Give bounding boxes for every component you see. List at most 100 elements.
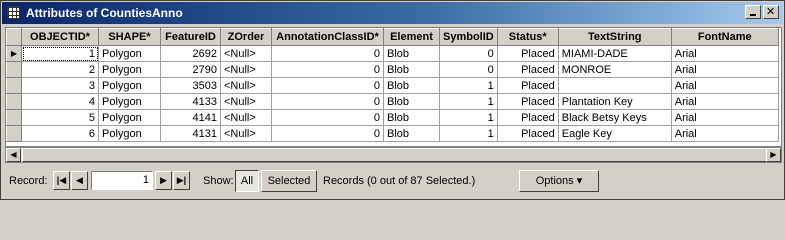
scroll-left-icon[interactable]: ◀ (6, 148, 21, 162)
table-cell[interactable] (558, 77, 672, 94)
scroll-right-icon[interactable]: ▶ (766, 148, 781, 162)
table-cell[interactable]: Polygon (98, 93, 161, 110)
table-cell[interactable]: 1 (21, 45, 99, 62)
last-record-button[interactable]: ▶| (173, 171, 190, 190)
table-cell[interactable]: Placed (497, 125, 559, 142)
table-cell[interactable]: 6 (21, 125, 99, 142)
table-cell[interactable]: 0 (271, 45, 384, 62)
column-header[interactable]: Element (383, 28, 440, 46)
previous-record-button[interactable]: ◀ (71, 171, 88, 190)
table-cell[interactable]: <Null> (220, 45, 272, 62)
table-row[interactable]: 4 Polygon 4133 <Null> 0 Blob 1 Placed Pl… (6, 93, 779, 110)
table-cell[interactable]: Polygon (98, 125, 161, 142)
table-cell[interactable]: <Null> (220, 93, 272, 110)
table-cell[interactable]: 0 (439, 45, 498, 62)
table-cell[interactable]: MONROE (558, 61, 672, 78)
table-cell[interactable]: 0 (271, 125, 384, 142)
table-cell[interactable]: 5 (21, 109, 99, 126)
table-cell[interactable]: 0 (439, 61, 498, 78)
next-record-button[interactable]: ▶ (155, 171, 172, 190)
table-cell[interactable]: 2 (21, 61, 99, 78)
table-cell[interactable]: Placed (497, 93, 559, 110)
row-selector[interactable] (6, 61, 22, 78)
table-cell[interactable]: 1 (439, 93, 498, 110)
table-cell[interactable]: 4141 (160, 109, 221, 126)
show-all-button[interactable]: All (235, 170, 259, 192)
close-button[interactable] (763, 5, 779, 19)
table-cell[interactable]: 2790 (160, 61, 221, 78)
table-cell[interactable]: 0 (271, 109, 384, 126)
minimize-button[interactable] (745, 5, 761, 19)
row-selector[interactable] (6, 77, 22, 94)
table-cell[interactable]: 4 (21, 93, 99, 110)
table-cell[interactable]: Placed (497, 109, 559, 126)
table-cell[interactable]: Arial (671, 45, 779, 62)
attribute-grid[interactable]: OBJECTID* SHAPE* FeatureID ZOrder Annota… (5, 27, 782, 147)
horizontal-scrollbar[interactable]: ◀ ▶ (5, 147, 782, 163)
table-cell[interactable]: 1 (439, 77, 498, 94)
table-cell[interactable]: Blob (383, 61, 440, 78)
table-cell[interactable]: Black Betsy Keys (558, 109, 672, 126)
table-cell[interactable]: 3503 (160, 77, 221, 94)
table-cell[interactable]: 2692 (160, 45, 221, 62)
table-cell[interactable]: 3 (21, 77, 99, 94)
row-selector[interactable] (6, 109, 22, 126)
column-header[interactable]: ZOrder (220, 28, 272, 46)
table-cell[interactable]: 1 (439, 125, 498, 142)
table-row[interactable]: 5 Polygon 4141 <Null> 0 Blob 1 Placed Bl… (6, 109, 779, 126)
table-cell[interactable]: Plantation Key (558, 93, 672, 110)
table-cell[interactable]: Blob (383, 93, 440, 110)
table-cell[interactable]: <Null> (220, 77, 272, 94)
row-selector[interactable] (6, 93, 22, 110)
row-selector-header[interactable] (6, 28, 22, 46)
table-cell[interactable]: 0 (271, 77, 384, 94)
table-row[interactable]: 6 Polygon 4131 <Null> 0 Blob 1 Placed Ea… (6, 125, 779, 142)
table-row[interactable]: 2 Polygon 2790 <Null> 0 Blob 0 Placed MO… (6, 61, 779, 78)
scrollbar-thumb[interactable] (22, 148, 767, 162)
row-selector[interactable] (6, 125, 22, 142)
table-cell[interactable]: MIAMI-DADE (558, 45, 672, 62)
column-header[interactable]: FeatureID (160, 28, 221, 46)
table-cell[interactable]: Placed (497, 61, 559, 78)
table-row[interactable]: ▶ 1 Polygon 2692 <Null> 0 Blob 0 Placed … (6, 45, 779, 62)
column-header[interactable]: TextString (557, 28, 672, 46)
show-selected-button[interactable]: Selected (261, 170, 317, 192)
window-title: Attributes of CountiesAnno (26, 6, 183, 20)
table-cell[interactable]: Polygon (98, 45, 161, 62)
table-cell[interactable]: Polygon (98, 61, 161, 78)
table-cell[interactable]: Blob (383, 77, 440, 94)
table-cell[interactable]: Placed (497, 77, 559, 94)
first-record-button[interactable]: |◀ (53, 171, 70, 190)
table-cell[interactable]: 0 (271, 61, 384, 78)
table-cell[interactable]: Polygon (98, 77, 161, 94)
table-row[interactable]: 3 Polygon 3503 <Null> 0 Blob 1 Placed Ar… (6, 77, 779, 94)
table-cell[interactable]: Arial (671, 109, 779, 126)
table-cell[interactable]: <Null> (220, 125, 272, 142)
column-header[interactable]: Status* (496, 28, 559, 46)
table-cell[interactable]: 4133 (160, 93, 221, 110)
options-button[interactable]: Options ▾ (519, 170, 599, 192)
table-cell[interactable]: Blob (383, 109, 440, 126)
current-row-marker-icon[interactable]: ▶ (6, 45, 22, 62)
table-cell[interactable]: Eagle Key (558, 125, 672, 142)
column-header[interactable]: SHAPE* (98, 28, 161, 46)
column-header[interactable]: AnnotationClassID* (271, 28, 384, 46)
column-header[interactable]: FontName (670, 28, 779, 46)
table-cell[interactable]: 1 (439, 109, 498, 126)
table-cell[interactable]: Placed (497, 45, 559, 62)
table-cell[interactable]: Arial (671, 93, 779, 110)
table-cell[interactable]: Blob (383, 125, 440, 142)
table-cell[interactable]: Arial (671, 77, 779, 94)
table-cell[interactable]: Arial (671, 61, 779, 78)
table-cell[interactable]: Polygon (98, 109, 161, 126)
table-cell[interactable]: Blob (383, 45, 440, 62)
table-cell[interactable]: <Null> (220, 109, 272, 126)
column-header[interactable]: OBJECTID* (21, 28, 99, 46)
table-cell[interactable]: <Null> (220, 61, 272, 78)
table-cell[interactable]: 4131 (160, 125, 221, 142)
table-cell[interactable]: Arial (671, 125, 779, 142)
record-number-input[interactable]: 1 (91, 171, 153, 190)
column-header[interactable]: SymbolID (439, 28, 498, 46)
title-bar[interactable]: Attributes of CountiesAnno (2, 2, 783, 24)
table-cell[interactable]: 0 (271, 93, 384, 110)
